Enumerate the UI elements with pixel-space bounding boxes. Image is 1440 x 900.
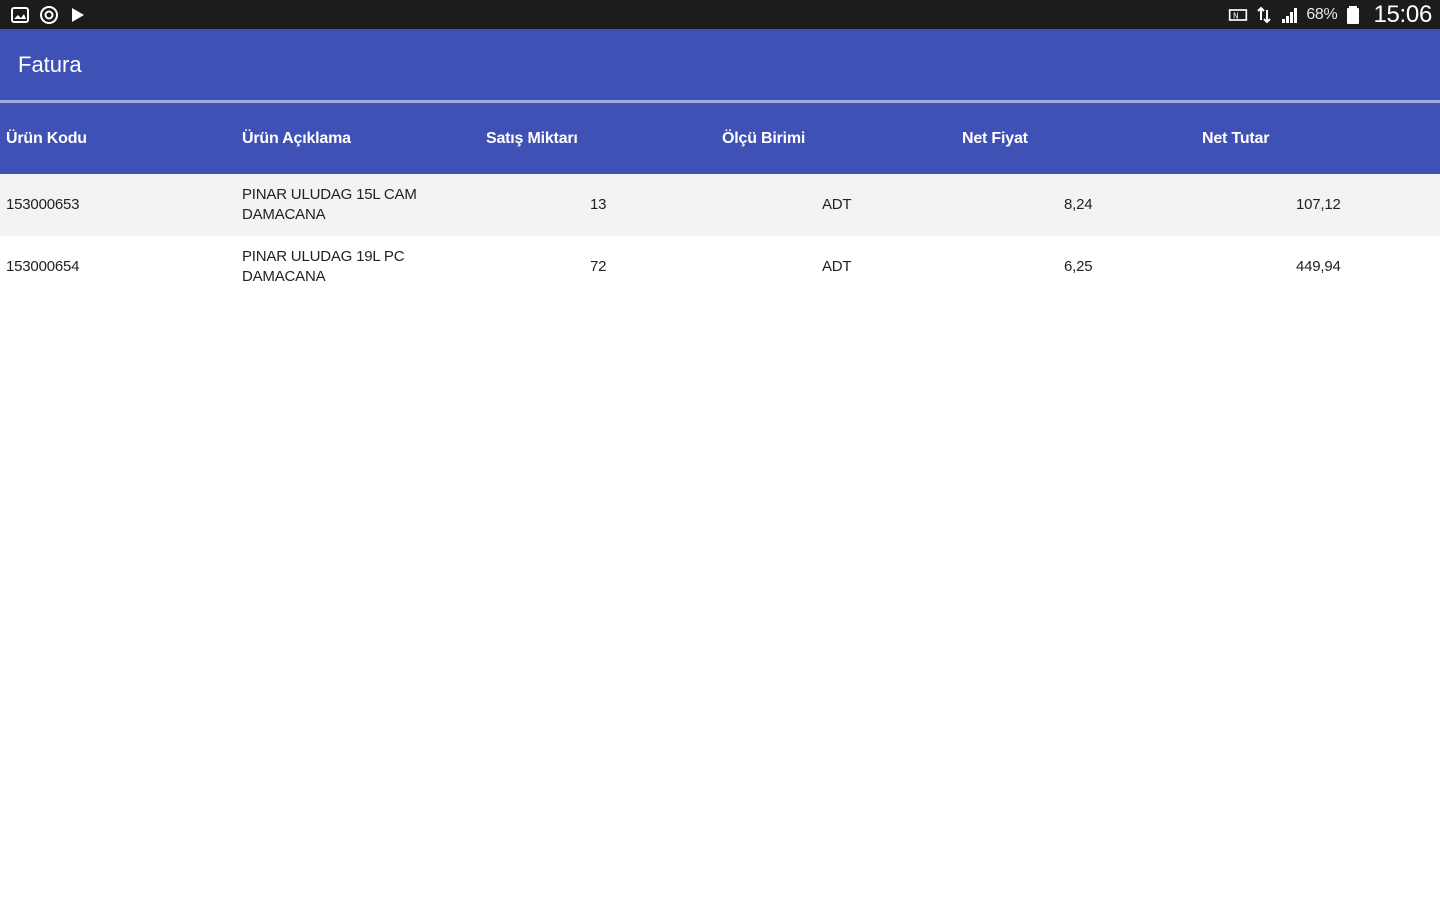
column-header-net-total: Net Tutar: [1202, 129, 1270, 147]
column-header-product-code: Ürün Kodu: [6, 129, 87, 147]
status-bar-left: [10, 5, 88, 25]
net-total: 107,12: [1296, 196, 1341, 213]
play-store-icon: [68, 5, 88, 25]
product-code: 153000654: [6, 258, 80, 275]
svg-text:N: N: [1233, 11, 1239, 20]
data-transfer-icon: [1254, 5, 1274, 25]
table-body: 153000653 PINAR ULUDAG 15L CAM DAMACANA …: [0, 174, 1440, 298]
status-bar: N 68% 15:06: [0, 0, 1440, 29]
page-title: Fatura: [18, 51, 82, 77]
column-header-net-price: Net Fiyat: [962, 129, 1028, 147]
clock: 15:06: [1373, 0, 1432, 28]
column-header-product-description: Ürün Açıklama: [242, 129, 351, 147]
net-price: 6,25: [1064, 258, 1093, 275]
status-bar-right: N 68% 15:06: [1228, 1, 1432, 29]
nfc-icon: N: [1228, 5, 1248, 25]
sales-quantity: 72: [590, 258, 607, 275]
product-code: 153000653: [6, 196, 80, 213]
net-price: 8,24: [1064, 196, 1093, 213]
product-description: PINAR ULUDAG 19L PC DAMACANA: [242, 248, 405, 285]
unit: ADT: [822, 258, 852, 275]
column-header-sales-quantity: Satış Miktarı: [486, 129, 578, 147]
table-header: Ürün Kodu Ürün Açıklama Satış Miktarı Öl…: [0, 103, 1440, 174]
sales-quantity: 13: [590, 196, 607, 213]
unit: ADT: [822, 196, 852, 213]
product-description: PINAR ULUDAG 15L CAM DAMACANA: [242, 186, 417, 223]
table-row[interactable]: 153000653 PINAR ULUDAG 15L CAM DAMACANA …: [0, 174, 1440, 236]
target-icon: [39, 5, 59, 25]
battery-icon: [1343, 5, 1363, 25]
battery-percent: 68%: [1306, 5, 1338, 23]
net-total: 449,94: [1296, 258, 1341, 275]
app-bar: Fatura: [0, 29, 1440, 100]
column-header-unit: Ölçü Birimi: [722, 129, 806, 147]
table-row[interactable]: 153000654 PINAR ULUDAG 19L PC DAMACANA 7…: [0, 236, 1440, 298]
gallery-icon: [10, 5, 30, 25]
signal-icon: [1280, 5, 1300, 25]
